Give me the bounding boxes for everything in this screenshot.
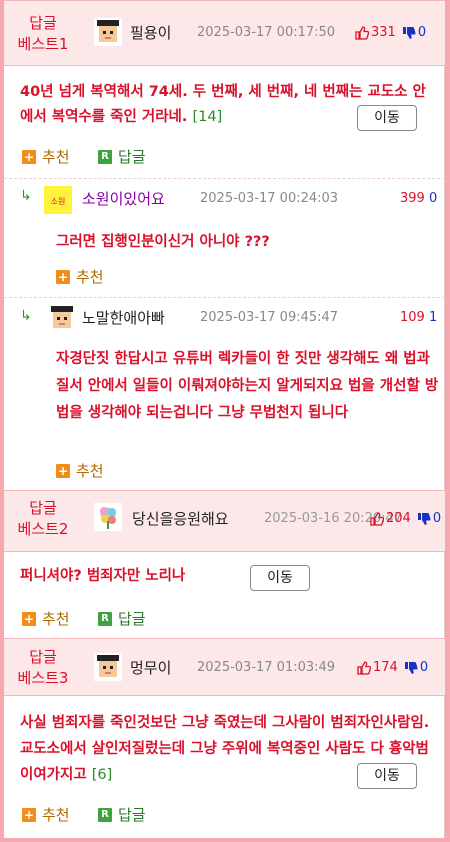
downvote-count: 1 (428, 310, 438, 325)
thumb-up-icon[interactable] (357, 660, 371, 675)
move-button[interactable]: 이동 (357, 763, 417, 789)
reply-r-icon: R (98, 807, 112, 822)
avatar-pixel-man[interactable] (94, 18, 122, 46)
reply-button[interactable]: R 답글 (98, 146, 146, 167)
comment-body-2: 퍼니셔야? 범죄자만 노리나 (20, 568, 186, 584)
recommend-button[interactable]: + 추천 (22, 608, 70, 629)
upvote-count: 399 (400, 191, 425, 206)
nickname[interactable]: 당신을응원해요 (132, 508, 229, 529)
divider (4, 178, 445, 179)
svg-text:소원: 소원 (51, 197, 66, 206)
reply-r-icon: R (98, 149, 112, 164)
downvote-count: 0 (432, 511, 442, 526)
avatar-clover[interactable] (94, 503, 122, 531)
divider (4, 297, 445, 298)
reply-r-icon: R (98, 611, 112, 626)
reply-label: 답글 (118, 148, 146, 166)
recommend-button[interactable]: + 추천 (56, 460, 104, 481)
vote-counts: 399 0 (400, 191, 437, 206)
recommend-label: 추천 (42, 610, 70, 628)
recommend-label: 추천 (76, 462, 104, 480)
timestamp: 2025-03-17 00:17:50 (197, 25, 336, 40)
upvote-count: 331 (371, 25, 396, 40)
vote-counts: 109 1 (400, 310, 437, 325)
move-button[interactable]: 이동 (357, 105, 417, 131)
thumb-down-icon[interactable] (417, 512, 431, 526)
avatar-pixel-man[interactable] (94, 653, 122, 681)
thumb-up-icon[interactable] (370, 511, 384, 526)
best-label-2: 답글 베스트2 (17, 499, 69, 538)
recommend-label: 추천 (42, 148, 70, 166)
move-button[interactable]: 이동 (250, 565, 310, 591)
recommend-button[interactable]: + 추천 (56, 266, 104, 287)
nickname[interactable]: 노말한애아빠 (82, 307, 165, 328)
comment-list: 답글 베스트1 필용이 2025-03-17 00:17:50 331 0 40년… (4, 0, 445, 838)
downvote-count: 0 (428, 191, 438, 206)
reply-arrow-icon: ↳ (20, 308, 32, 324)
avatar-pixel-man[interactable] (48, 304, 76, 332)
plus-icon: + (22, 807, 36, 822)
best-comment-header-2: 답글 베스트2 당신을응원해요 2025-03-16 20:20:47 204 0 (4, 490, 445, 552)
nickname[interactable]: 멍무이 (130, 657, 171, 678)
reply-count: [14] (192, 109, 223, 125)
upvote-count: 174 (373, 660, 398, 675)
plus-icon: + (56, 463, 70, 478)
upvote-count: 204 (386, 511, 411, 526)
reply-button[interactable]: R 답글 (98, 804, 146, 825)
reply-label: 답글 (118, 806, 146, 824)
reply-arrow-icon: ↳ (20, 188, 32, 204)
nickname[interactable]: 필용이 (130, 22, 171, 43)
nickname[interactable]: 소원이있어요 (82, 188, 165, 209)
recommend-label: 추천 (42, 806, 70, 824)
best-label-1: 답글 베스트1 (17, 14, 69, 53)
reply-body-1: 그러면 집행인분이신거 아니야 ??? (56, 234, 270, 250)
reply-button[interactable]: R 답글 (98, 608, 146, 629)
plus-icon: + (56, 269, 70, 284)
recommend-label: 추천 (76, 268, 104, 286)
recommend-button[interactable]: + 추천 (22, 146, 70, 167)
thumb-down-icon[interactable] (402, 26, 416, 40)
plus-icon: + (22, 149, 36, 164)
upvote-count: 109 (400, 310, 425, 325)
best-comment-header-3: 답글 베스트3 멍무이 2025-03-17 01:03:49 174 0 (4, 638, 445, 696)
vote-counts: 331 0 (355, 25, 426, 40)
timestamp: 2025-03-17 00:24:03 (200, 191, 339, 206)
thumb-down-icon[interactable] (404, 661, 418, 675)
reply-count: [6] (91, 767, 113, 783)
reply-label: 답글 (118, 610, 146, 628)
thumb-up-icon[interactable] (355, 25, 369, 40)
avatar-wish-badge[interactable]: 소원 (44, 186, 72, 214)
downvote-count: 0 (419, 660, 429, 675)
plus-icon: + (22, 611, 36, 626)
reply-body-2: 자경단짓 한답시고 유튜버 렉카들이 한 짓만 생각해도 왜 법과 질서 안에서… (56, 351, 439, 421)
vote-counts: 174 0 (357, 660, 428, 675)
timestamp: 2025-03-17 01:03:49 (197, 660, 336, 675)
timestamp: 2025-03-17 09:45:47 (200, 310, 339, 325)
vote-counts: 204 0 (370, 511, 441, 526)
downvote-count: 0 (417, 25, 427, 40)
best-comment-header-1: 답글 베스트1 필용이 2025-03-17 00:17:50 331 0 (4, 0, 445, 66)
best-label-3: 답글 베스트3 (17, 648, 69, 687)
recommend-button[interactable]: + 추천 (22, 804, 70, 825)
